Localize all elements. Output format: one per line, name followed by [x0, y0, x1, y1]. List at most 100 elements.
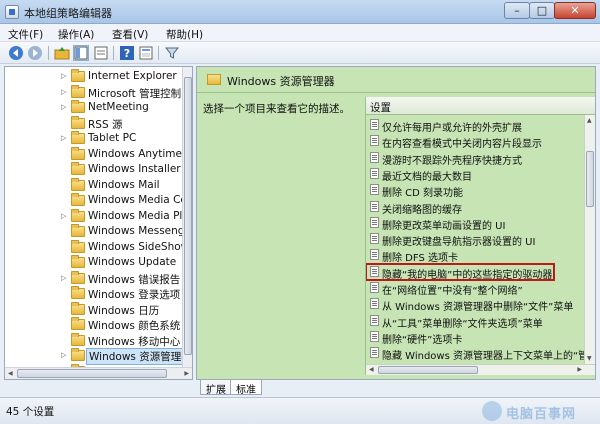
tree-item-label: NetMeeting	[88, 101, 149, 113]
maximize-button[interactable]: □	[529, 2, 555, 19]
tree-item[interactable]: ▷ Tablet PC	[5, 131, 183, 146]
menu-view[interactable]: 查看(V)	[112, 27, 148, 42]
setting-row[interactable]: 最近文档的最大数目	[366, 166, 595, 183]
tab-standard[interactable]: 标准	[230, 380, 262, 396]
expand-arrow-icon[interactable]: ▷	[61, 274, 69, 282]
tree-item-label: Windows 日历	[88, 304, 160, 317]
setting-row[interactable]: 漫游时不跟踪外壳程序快捷方式	[366, 150, 595, 167]
scroll-right-icon[interactable]: ▶	[577, 366, 582, 374]
tree-item[interactable]: ▷ Windows 错误报告	[5, 270, 183, 286]
tree-item[interactable]: Windows Anytime Up	[5, 146, 192, 162]
policy-setting-icon	[370, 249, 379, 261]
up-folder-icon[interactable]	[54, 45, 70, 61]
setting-row[interactable]: 在“网络位置”中没有“整个网络”	[366, 280, 595, 297]
filter-icon[interactable]	[164, 45, 180, 61]
help-icon[interactable]: ?	[119, 45, 135, 61]
tree-item[interactable]: ▷ NetMeeting	[5, 100, 183, 115]
settings-hscroll-thumb[interactable]	[378, 366, 478, 374]
expand-arrow-icon[interactable]: ▷	[61, 72, 69, 80]
setting-label: 在内容查看模式中关闭内容片段显示	[382, 139, 542, 151]
setting-row[interactable]: 删除“硬件”选项卡	[366, 329, 595, 346]
tree-item[interactable]: Windows Mail	[5, 177, 183, 193]
folder-icon	[71, 131, 85, 144]
tree-item-label: Microsoft 管理控制台	[88, 87, 192, 100]
scroll-left-icon[interactable]: ◀	[369, 366, 374, 374]
tree-item[interactable]: Windows 登录选项	[5, 286, 183, 301]
expand-arrow-icon[interactable]: ▷	[61, 212, 69, 220]
settings-horizontal-scrollbar[interactable]: ◀ ▶	[366, 364, 595, 375]
folder-icon	[71, 348, 85, 361]
policy-tree[interactable]: ▷ Internet Explorer ▷ Microsoft 管理控制台 ▷ NetMe…	[4, 66, 193, 380]
status-bar: 45 个设置 电脑百事网	[0, 397, 600, 424]
tree-item[interactable]: ▷ Windows 资源管理器	[5, 348, 192, 365]
expand-arrow-icon[interactable]: ▷	[61, 88, 69, 96]
folder-icon	[71, 146, 85, 160]
tree-item[interactable]: ▷ Windows Media Play	[5, 208, 192, 224]
title-bar: 本地组策略编辑器 – □ ✕	[0, 0, 600, 24]
details-heading: Windows 资源管理器	[227, 75, 335, 88]
properties-icon[interactable]	[138, 45, 154, 61]
settings-list[interactable]: 设置 仅允许每用户或允许的外壳扩展在内容查看模式中关闭内容片段显示 漫游时不跟踪外…	[365, 97, 595, 375]
setting-row[interactable]: 删除 CD 刻录功能	[366, 182, 595, 199]
settings-column-header[interactable]: 设置	[366, 97, 595, 115]
setting-row[interactable]: 从 Windows 资源管理器中删除“文件”菜单	[366, 296, 595, 313]
setting-row[interactable]: 仅允许每用户或允许的外壳扩展	[366, 117, 595, 134]
policy-setting-icon	[370, 167, 379, 179]
close-button[interactable]: ✕	[554, 2, 596, 19]
tree-item[interactable]: Windows 颜色系统	[5, 317, 183, 332]
scroll-left-icon[interactable]: ◀	[8, 370, 13, 378]
setting-row[interactable]: 隐藏 Windows 资源管理器上下文菜单上的“管	[366, 345, 595, 362]
expand-arrow-icon	[61, 305, 69, 313]
details-pane: Windows 资源管理器 选择一个项目来查看它的描述。 设置 仅允许每用户或允…	[196, 66, 596, 380]
back-arrow-icon[interactable]	[8, 45, 24, 61]
expand-arrow-icon	[61, 181, 69, 189]
setting-row[interactable]: 删除 DFS 选项卡	[366, 247, 595, 264]
menu-help[interactable]: 帮助(H)	[166, 27, 203, 42]
tree-item[interactable]: Windows 日历	[5, 301, 183, 317]
tree-item-label: Windows Installer	[88, 163, 181, 175]
minimize-button[interactable]: –	[504, 2, 530, 19]
setting-label: 删除更改菜单动画设置的 UI	[382, 220, 506, 232]
setting-row[interactable]: 从“工具”菜单删除“文件夹选项”菜单	[366, 313, 595, 330]
tree-item[interactable]: Windows Update	[5, 255, 183, 270]
policy-setting-icon	[370, 265, 379, 277]
setting-row[interactable]: 删除更改键盘导航指示器设置的 UI	[366, 231, 595, 249]
menu-action[interactable]: 操作(A)	[58, 27, 94, 42]
tree-item[interactable]: Windows SideShow	[5, 239, 189, 255]
forward-arrow-icon[interactable]	[27, 45, 43, 61]
tree-item[interactable]: Windows Messenger	[5, 224, 192, 239]
tree-item[interactable]: Windows Installer	[5, 162, 183, 177]
show-hide-tree-icon[interactable]	[73, 45, 89, 61]
setting-row[interactable]: 关闭缩略图的缓存	[366, 199, 595, 216]
expand-arrow-icon[interactable]: ▷	[61, 351, 69, 359]
tree-hscroll-thumb[interactable]	[17, 369, 167, 378]
tree-item-label: Windows SideShow	[88, 240, 190, 253]
settings-vertical-scrollbar[interactable]: ▲ ▼	[584, 115, 595, 365]
expand-arrow-icon	[61, 289, 69, 297]
tree-item[interactable]: Windows 移动中心	[5, 332, 183, 348]
tab-extended[interactable]: 扩展	[200, 380, 232, 396]
folder-icon	[71, 162, 85, 175]
scroll-down-icon[interactable]: ▼	[587, 355, 592, 363]
tree-item[interactable]: RSS 源	[5, 115, 183, 131]
status-text: 45 个设置	[6, 406, 55, 418]
tree-item[interactable]: ▷ Internet Explorer	[5, 69, 183, 84]
scroll-right-icon[interactable]: ▶	[184, 370, 189, 378]
setting-row[interactable]: 删除更改菜单动画设置的 UI	[366, 215, 595, 232]
tree-vertical-scrollbar[interactable]	[182, 67, 192, 367]
setting-label: 隐藏“我的电脑”中的这些指定的驱动器	[382, 269, 553, 281]
menu-file[interactable]: 文件(F)	[8, 27, 43, 42]
policy-setting-icon	[370, 151, 379, 163]
expand-arrow-icon[interactable]: ▷	[61, 103, 69, 111]
setting-row[interactable]: 隐藏“我的电脑”中的这些指定的驱动器	[366, 262, 555, 281]
tree-item[interactable]: ▷ Microsoft 管理控制台	[5, 84, 192, 100]
expand-arrow-icon[interactable]: ▷	[61, 134, 69, 142]
export-list-icon[interactable]	[93, 45, 109, 61]
scroll-up-icon[interactable]: ▲	[587, 117, 592, 125]
settings-scroll-thumb[interactable]	[586, 151, 594, 207]
tree-item[interactable]: Windows Media Cent	[5, 193, 192, 208]
tree-horizontal-scrollbar[interactable]: ◀ ▶	[5, 367, 192, 379]
setting-row[interactable]: 在内容查看模式中关闭内容片段显示	[366, 133, 595, 151]
setting-label: 删除更改键盘导航指示器设置的 UI	[382, 237, 536, 249]
tree-scroll-thumb[interactable]	[184, 77, 192, 355]
